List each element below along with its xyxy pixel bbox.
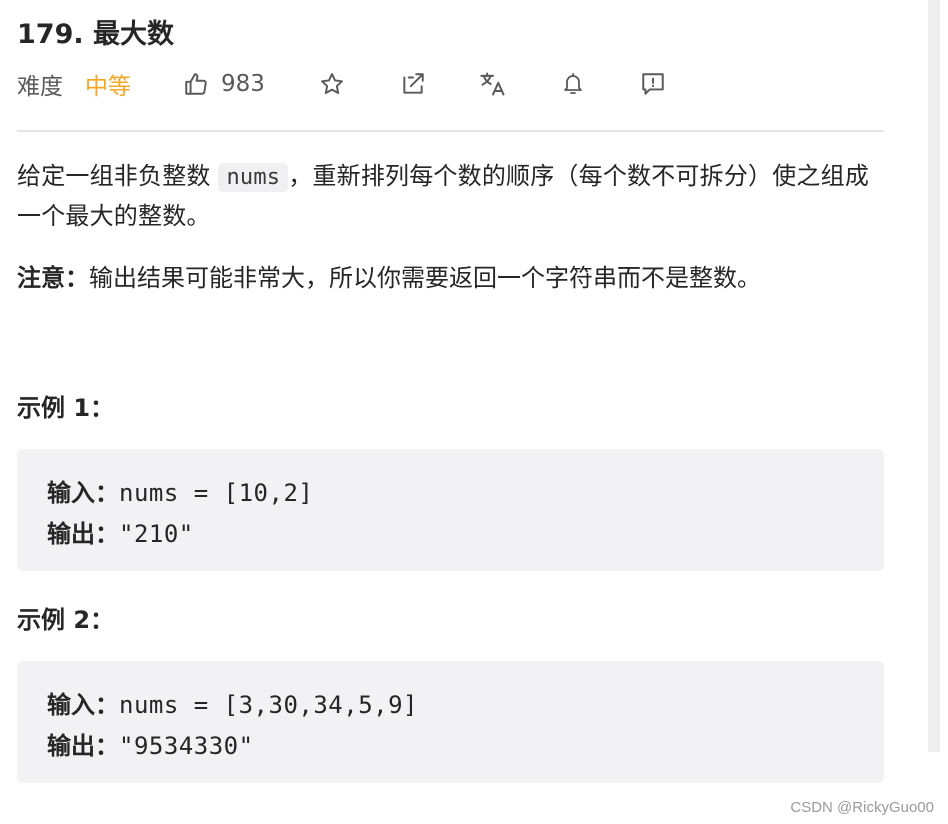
example-1-output-line: 输出："210" xyxy=(47,514,194,549)
example-2-code-block: 输入：nums = [3,30,34,5,9] 输出："9534330" xyxy=(17,661,884,783)
bell-icon xyxy=(561,71,585,97)
inline-code-nums: nums xyxy=(218,163,289,192)
feedback-button[interactable] xyxy=(637,68,669,100)
favorite-button[interactable] xyxy=(316,68,348,100)
like-button[interactable]: 983 xyxy=(183,66,265,102)
description-text-1: 给定一组非负整数 xyxy=(17,162,219,190)
feedback-icon xyxy=(640,71,666,97)
output-value: "210" xyxy=(119,520,194,548)
output-label: 输出： xyxy=(47,732,119,760)
watermark: CSDN @RickyGuo00 xyxy=(790,799,934,816)
note-label: 注意： xyxy=(17,264,89,292)
problem-note: 注意：输出结果可能非常大，所以你需要返回一个字符串而不是整数。 xyxy=(17,259,885,297)
example-2-input-line: 输入：nums = [3,30,34,5,9] xyxy=(47,685,418,720)
input-label: 输入： xyxy=(47,479,119,507)
difficulty-label: 难度 xyxy=(17,74,63,100)
star-icon xyxy=(319,71,345,97)
input-value: nums = [10,2] xyxy=(119,479,314,507)
translate-button[interactable] xyxy=(477,68,509,100)
difficulty-badge: 中等 xyxy=(85,74,131,100)
like-count: 983 xyxy=(221,71,265,97)
problem-meta-toolbar: 难度 中等 983 xyxy=(17,66,885,102)
translate-icon xyxy=(479,70,507,98)
share-icon xyxy=(400,71,426,97)
example-1-code-block: 输入：nums = [10,2] 输出："210" xyxy=(17,449,884,571)
share-button[interactable] xyxy=(397,68,429,100)
vertical-scrollbar[interactable] xyxy=(928,0,940,752)
thumbs-up-icon xyxy=(183,71,209,97)
input-label: 输入： xyxy=(47,691,119,719)
example-2-output-line: 输出："9534330" xyxy=(47,726,254,761)
note-text: 输出结果可能非常大，所以你需要返回一个字符串而不是整数。 xyxy=(89,264,761,292)
example-1-title: 示例 1： xyxy=(17,394,115,422)
example-1-input-line: 输入：nums = [10,2] xyxy=(47,473,313,508)
output-value: "9534330" xyxy=(119,732,254,760)
example-2-title: 示例 2： xyxy=(17,606,115,634)
problem-title: 179. 最大数 xyxy=(17,19,175,50)
header-divider xyxy=(17,130,884,132)
problem-description: 给定一组非负整数 nums ，重新排列每个数的顺序（每个数不可拆分）使之组成一个最… xyxy=(17,157,885,235)
input-value: nums = [3,30,34,5,9] xyxy=(119,691,418,719)
output-label: 输出： xyxy=(47,520,119,548)
notification-button[interactable] xyxy=(557,68,589,100)
